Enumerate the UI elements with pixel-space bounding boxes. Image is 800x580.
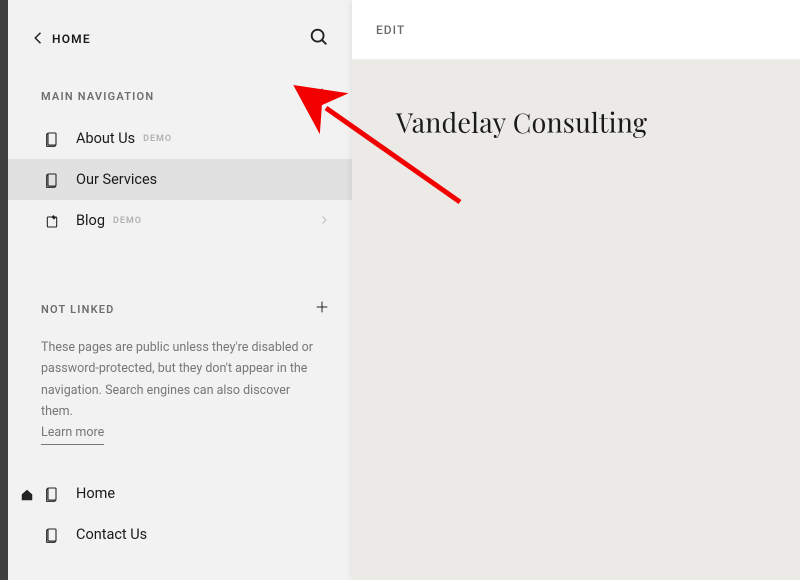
nav-item-home[interactable]: Home xyxy=(8,473,352,514)
page-icon xyxy=(44,172,60,188)
breadcrumb: HOME xyxy=(8,10,352,76)
nav-item-contact-us[interactable]: Contact Us xyxy=(8,514,352,555)
preview-body[interactable]: Vandelay Consulting xyxy=(352,60,800,580)
nav-item-our-services[interactable]: Our Services xyxy=(8,159,352,200)
chevron-right-icon xyxy=(318,211,330,230)
not-linked-description: These pages are public unless they're di… xyxy=(8,331,352,455)
demo-badge: DEMO xyxy=(143,134,172,144)
nav-label: Home xyxy=(76,485,115,502)
plus-icon xyxy=(314,300,330,319)
learn-more-link[interactable]: Learn more xyxy=(41,422,104,445)
nav-item-about-us[interactable]: About Us DEMO xyxy=(8,118,352,159)
nav-label: About Us xyxy=(76,130,135,147)
site-title[interactable]: Vandelay Consulting xyxy=(396,104,800,140)
back-to-home[interactable]: HOME xyxy=(26,29,91,50)
main-nav-list: About Us DEMO Our Services Blog DEMO xyxy=(8,118,352,241)
page-icon xyxy=(44,486,60,502)
plus-icon xyxy=(314,87,330,106)
blog-icon xyxy=(44,213,60,229)
add-page-not-linked[interactable] xyxy=(314,299,330,319)
left-rail xyxy=(0,0,8,580)
pages-sidebar: HOME MAIN NAVIGATION About Us DEMO xyxy=(8,0,352,580)
preview-topbar: EDIT xyxy=(352,0,800,60)
demo-badge: DEMO xyxy=(113,216,142,226)
page-icon xyxy=(44,527,60,543)
not-linked-list: Home Contact Us xyxy=(8,473,352,555)
site-preview: EDIT Vandelay Consulting xyxy=(352,0,800,580)
breadcrumb-label: HOME xyxy=(52,32,91,46)
nav-item-blog[interactable]: Blog DEMO xyxy=(8,200,352,241)
search-button[interactable] xyxy=(308,26,330,52)
search-icon xyxy=(308,33,330,52)
nav-label: Contact Us xyxy=(76,526,147,543)
main-nav-title: MAIN NAVIGATION xyxy=(41,90,154,103)
add-page-main-nav[interactable] xyxy=(314,86,330,106)
page-icon xyxy=(44,131,60,147)
home-indicator-icon xyxy=(20,487,34,501)
description-text: These pages are public unless they're di… xyxy=(41,340,313,419)
main-nav-header: MAIN NAVIGATION xyxy=(8,76,352,118)
nav-label: Blog xyxy=(76,212,105,229)
not-linked-title: NOT LINKED xyxy=(41,303,115,316)
edit-button[interactable]: EDIT xyxy=(376,23,405,37)
chevron-left-icon xyxy=(30,29,48,50)
nav-label: Our Services xyxy=(76,171,157,188)
not-linked-header: NOT LINKED xyxy=(8,289,352,331)
